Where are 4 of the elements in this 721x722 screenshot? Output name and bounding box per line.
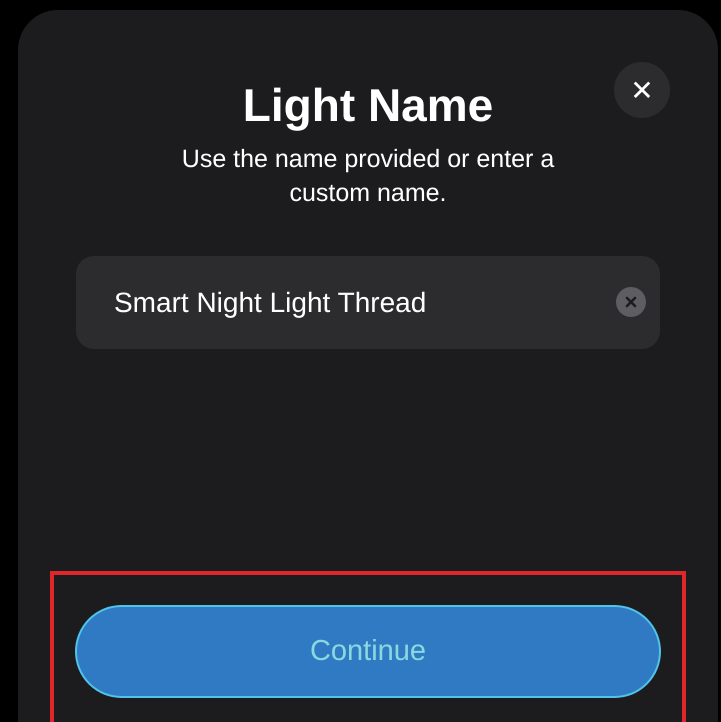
close-button[interactable]: ✕ xyxy=(614,62,670,118)
sheet-subtitle: Use the name provided or enter a custom name. xyxy=(180,144,556,209)
name-field[interactable]: Smart Night Light Thread xyxy=(76,256,660,349)
clear-icon xyxy=(624,295,638,309)
